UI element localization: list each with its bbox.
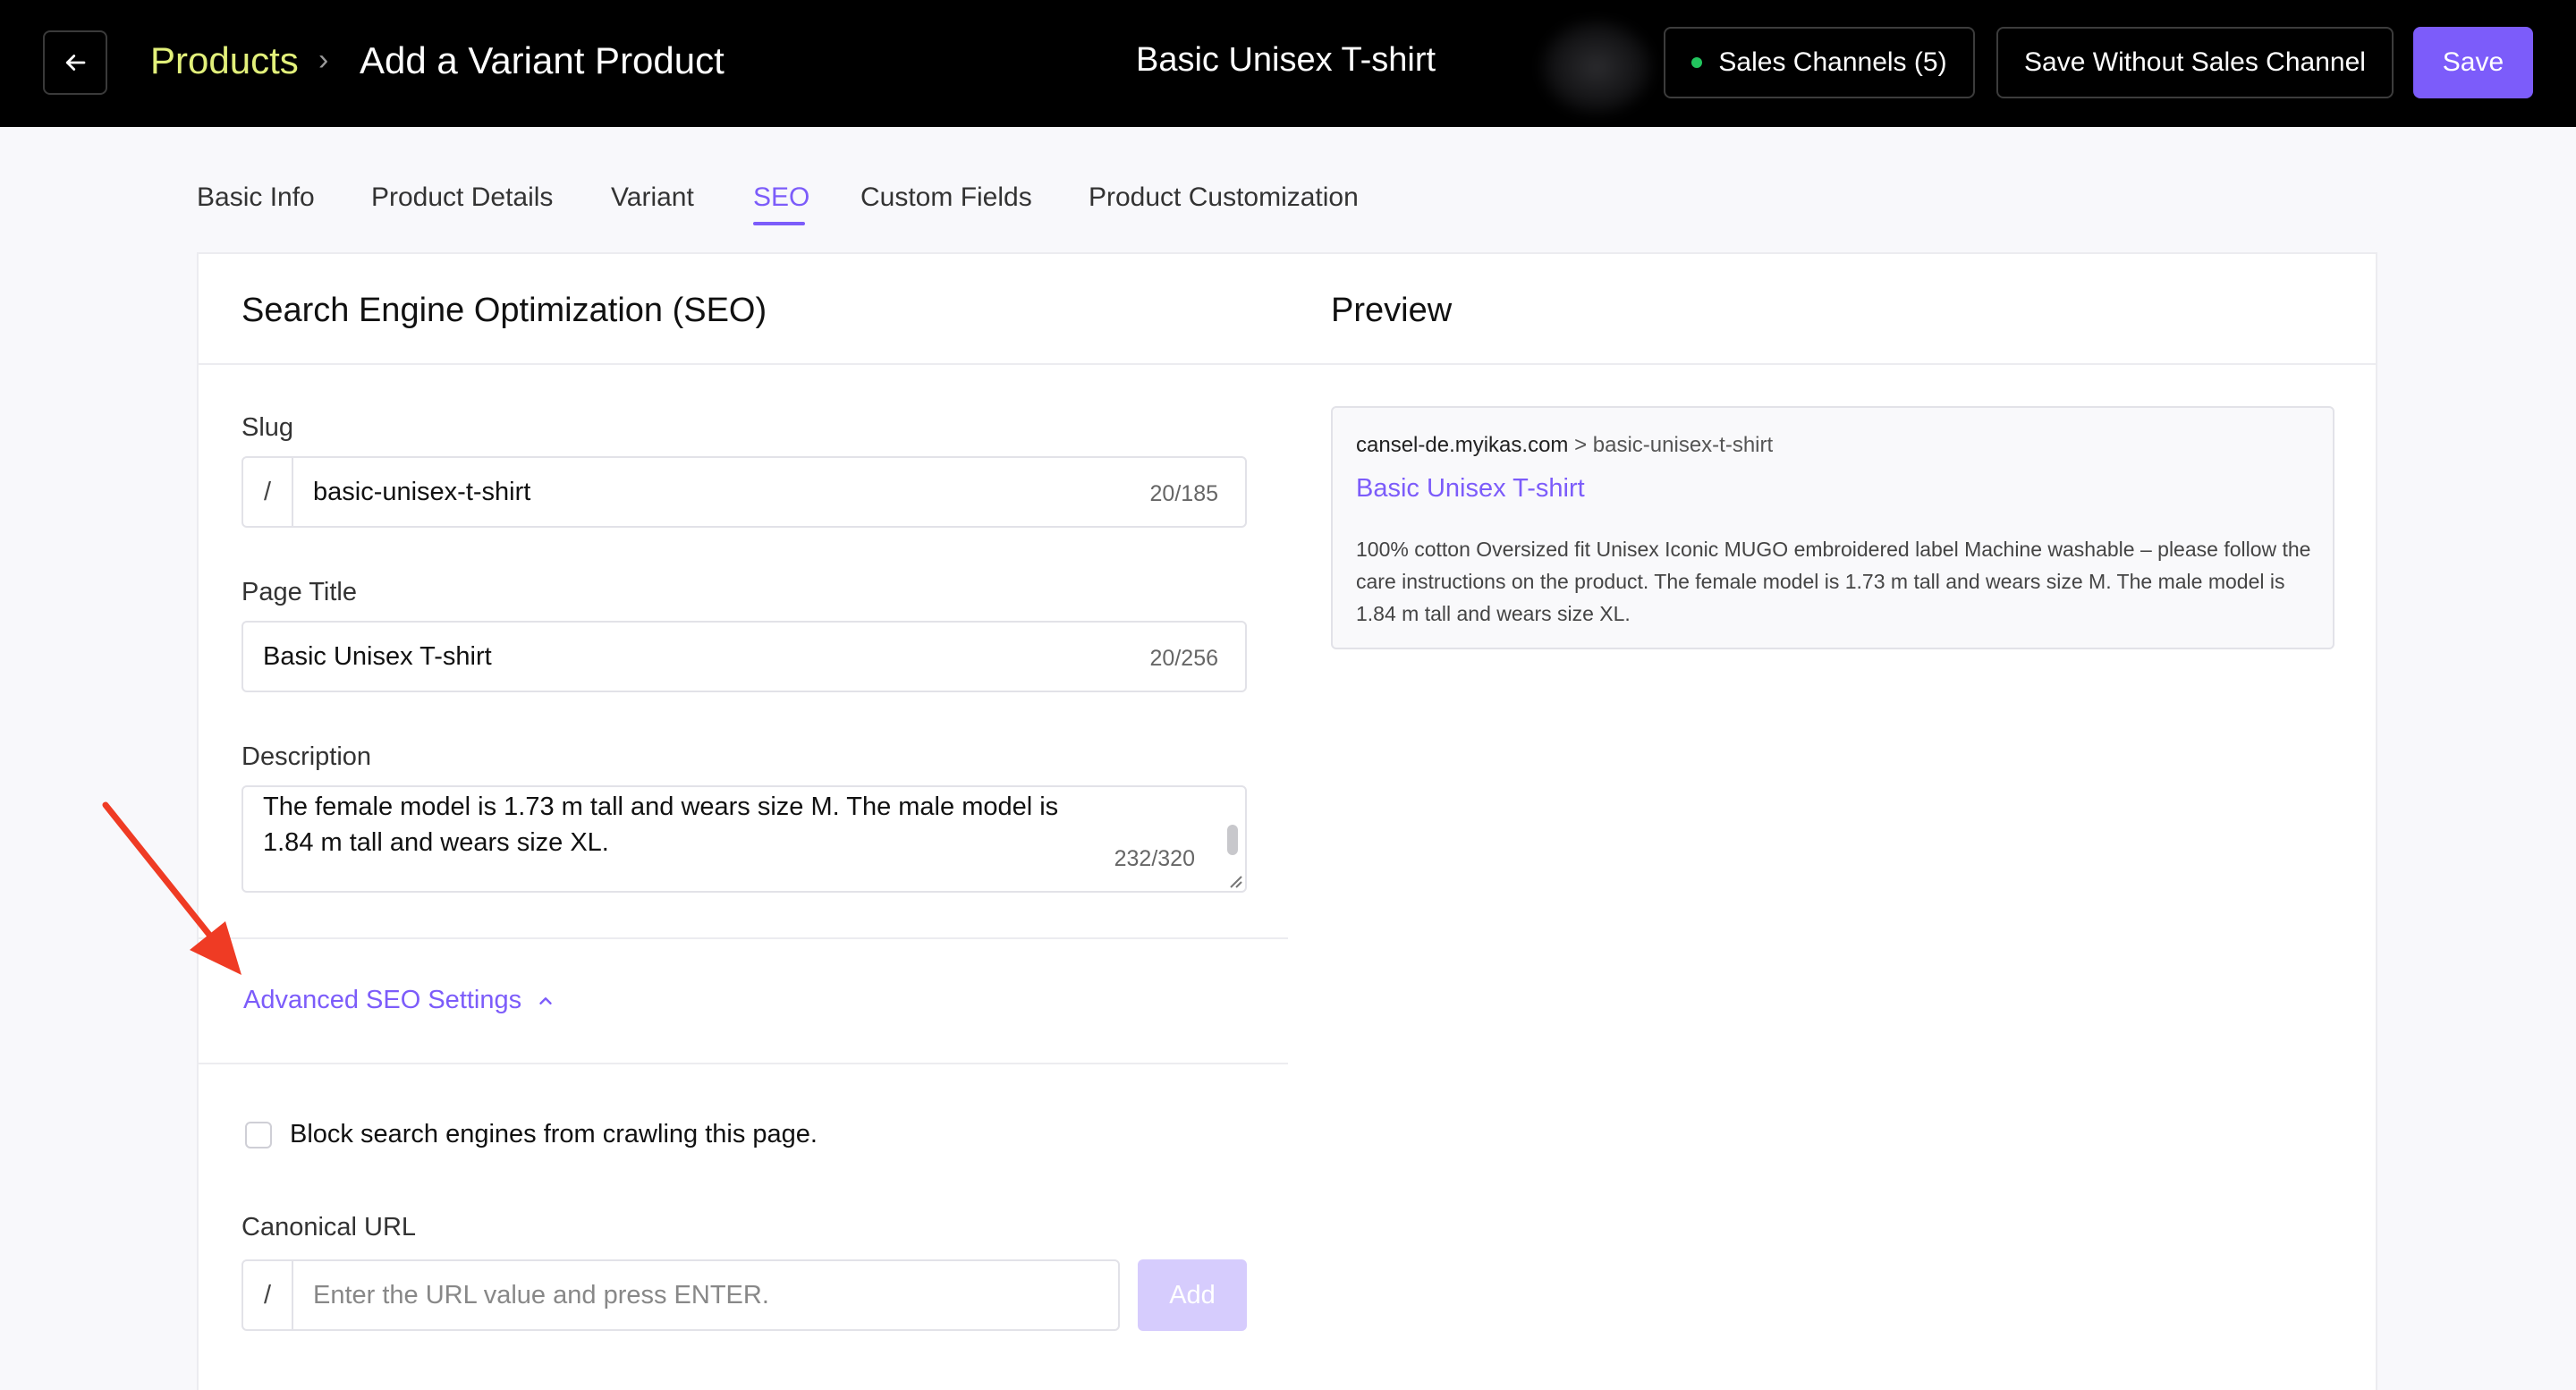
add-canonical-button[interactable]: Add xyxy=(1138,1259,1247,1331)
tab-product-details[interactable]: Product Details xyxy=(371,182,553,213)
red-arrow-annotation-icon xyxy=(102,801,242,975)
description-value: Machine washable – please follow the car… xyxy=(263,792,1059,857)
slug-input[interactable]: / basic-unisex-t-shirt 20/185 xyxy=(242,456,1247,528)
tab-custom-fields[interactable]: Custom Fields xyxy=(860,182,1032,213)
canonical-url-placeholder: Enter the URL value and press ENTER. xyxy=(313,1281,769,1309)
active-tab-indicator xyxy=(753,222,805,225)
page-title-label: Page Title xyxy=(242,578,357,606)
back-button[interactable] xyxy=(43,30,107,95)
breadcrumb-products-link[interactable]: Products xyxy=(150,39,299,82)
page-title: Add a Variant Product xyxy=(360,39,724,81)
sales-channels-label: Sales Channels (5) xyxy=(1718,47,1947,77)
seo-panel-title: Search Engine Optimization (SEO) xyxy=(242,292,767,329)
slug-counter: 20/185 xyxy=(1149,481,1218,506)
block-crawling-label[interactable]: Block search engines from crawling this … xyxy=(290,1120,818,1149)
slug-prefix: / xyxy=(243,458,293,526)
divider xyxy=(1288,363,2376,365)
preview-description: 100% cotton Oversized fit Unisex Iconic … xyxy=(1356,538,2311,625)
blurred-avatar xyxy=(1538,18,1655,116)
divider xyxy=(199,1063,1288,1064)
seo-panel: Search Engine Optimization (SEO) Slug / … xyxy=(197,252,1290,1390)
page-title-counter: 20/256 xyxy=(1149,646,1218,671)
save-button[interactable]: Save xyxy=(2413,27,2533,98)
preview-domain: cansel-de.myikas.com xyxy=(1356,433,1569,457)
preview-url: cansel-de.myikas.com > basic-unisex-t-sh… xyxy=(1356,433,1773,458)
status-dot-icon xyxy=(1691,57,1703,68)
preview-page-title: Basic Unisex T-shirt xyxy=(1356,474,1585,503)
preview-panel: Preview cansel-de.myikas.com > basic-uni… xyxy=(1288,252,2377,1390)
product-name-heading: Basic Unisex T-shirt xyxy=(1136,41,1436,79)
page-title-input[interactable]: Basic Unisex T-shirt 20/256 xyxy=(242,621,1247,692)
top-bar: Products › Add a Variant Product Basic U… xyxy=(0,0,2576,127)
tab-product-customization[interactable]: Product Customization xyxy=(1089,182,1359,213)
preview-path: > basic-unisex-t-shirt xyxy=(1568,433,1774,457)
description-textarea[interactable]: Machine washable – please follow the car… xyxy=(242,785,1247,893)
block-crawling-checkbox[interactable] xyxy=(245,1122,272,1148)
tab-seo[interactable]: SEO xyxy=(753,182,809,213)
sales-channels-button[interactable]: Sales Channels (5) xyxy=(1664,27,1975,98)
canonical-prefix: / xyxy=(243,1261,293,1329)
advanced-seo-settings-label: Advanced SEO Settings xyxy=(243,986,522,1014)
canonical-url-label: Canonical URL xyxy=(242,1213,417,1242)
tab-variant[interactable]: Variant xyxy=(611,182,694,213)
divider xyxy=(199,937,1288,939)
resize-handle-icon[interactable] xyxy=(1224,869,1243,889)
page-title-value: Basic Unisex T-shirt xyxy=(263,642,492,671)
textarea-scrollbar[interactable] xyxy=(1227,825,1238,855)
canonical-url-input[interactable]: / Enter the URL value and press ENTER. xyxy=(242,1259,1120,1331)
slug-value: basic-unisex-t-shirt xyxy=(313,478,531,506)
search-result-preview: cansel-de.myikas.com > basic-unisex-t-sh… xyxy=(1331,406,2334,649)
arrow-left-icon xyxy=(65,55,86,71)
tab-basic-info[interactable]: Basic Info xyxy=(197,182,315,213)
advanced-seo-settings-toggle[interactable]: Advanced SEO Settings xyxy=(243,986,555,1015)
description-label: Description xyxy=(242,742,372,771)
divider xyxy=(199,363,1288,365)
preview-title: Preview xyxy=(1331,292,1453,329)
slug-label: Slug xyxy=(242,413,294,442)
save-without-sales-channel-button[interactable]: Save Without Sales Channel xyxy=(1996,27,2394,98)
chevron-right-icon: › xyxy=(318,43,329,77)
description-counter: 232/320 xyxy=(1114,846,1195,871)
chevron-up-icon xyxy=(539,996,552,1004)
